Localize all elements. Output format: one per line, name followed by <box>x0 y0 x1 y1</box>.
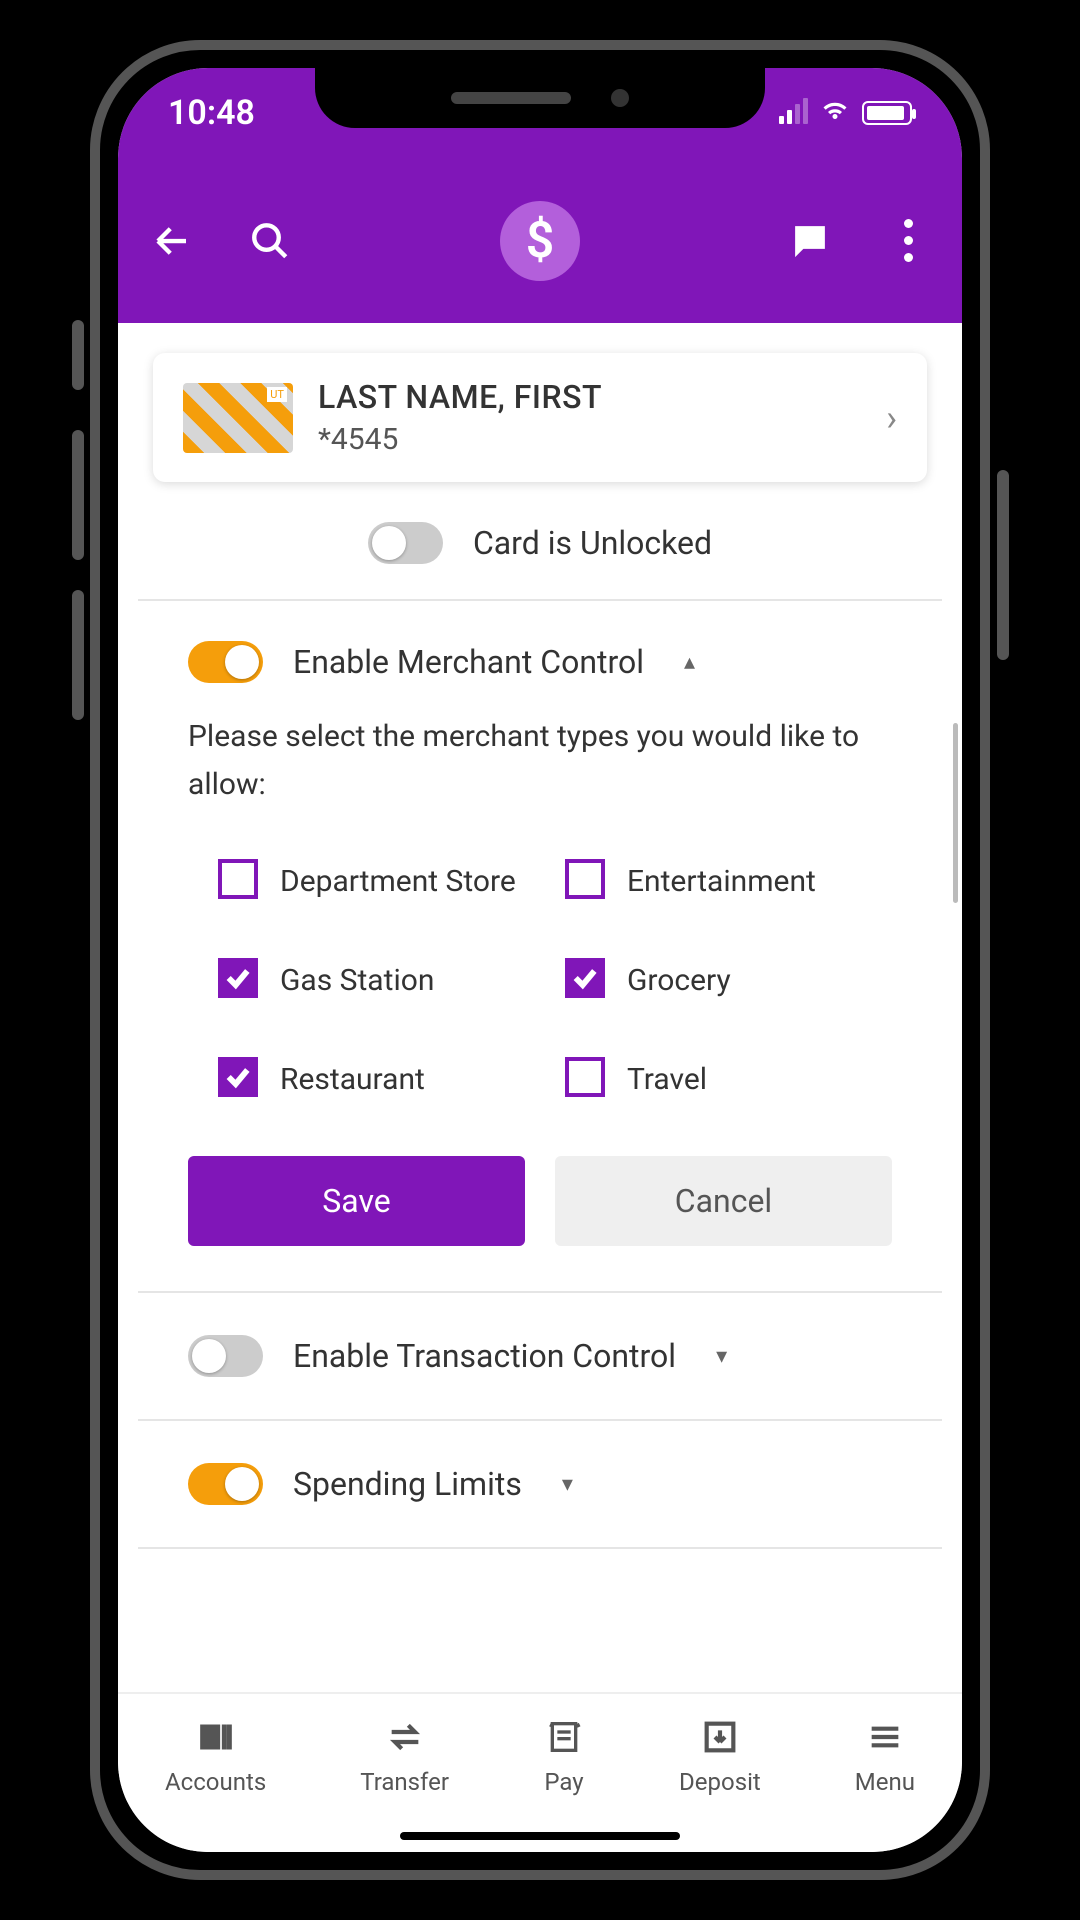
nav-label: Transfer <box>360 1768 449 1796</box>
checkbox-label: Restaurant <box>280 1057 425 1101</box>
merchant-control-header[interactable]: Enable Merchant Control ▴ <box>188 641 892 683</box>
merchant-control-toggle[interactable] <box>188 641 263 683</box>
nav-label: Pay <box>544 1768 583 1796</box>
checkbox-label: Department Store <box>280 859 516 903</box>
power-button <box>997 470 1009 660</box>
card-lock-label: Card is Unlocked <box>473 524 712 562</box>
card-number: *4545 <box>318 422 861 457</box>
nav-transfer[interactable]: Transfer <box>360 1716 449 1796</box>
caret-down-icon: ▾ <box>716 1344 727 1369</box>
checkbox[interactable] <box>218 1057 258 1097</box>
checkbox[interactable] <box>218 859 258 899</box>
scrollbar[interactable] <box>953 723 958 903</box>
merchant-option-restaurant[interactable]: Restaurant <box>218 1057 545 1101</box>
card-name: LAST NAME, FIRST <box>318 378 861 416</box>
pay-shortcut-button[interactable]: $ <box>500 201 580 281</box>
nav-accounts[interactable]: Accounts <box>165 1716 266 1796</box>
nav-pay[interactable]: Pay <box>543 1716 585 1796</box>
phone-frame: 10:48 $ <box>90 40 990 1880</box>
deposit-icon <box>699 1716 741 1758</box>
app-header: $ <box>118 158 962 323</box>
notch <box>315 68 765 128</box>
merchant-option-gas-station[interactable]: Gas Station <box>218 958 545 1002</box>
caret-up-icon: ▴ <box>684 650 695 675</box>
accounts-icon <box>195 1716 237 1758</box>
nav-deposit[interactable]: Deposit <box>679 1716 761 1796</box>
nav-label: Deposit <box>679 1768 761 1796</box>
checkbox[interactable] <box>218 958 258 998</box>
card-lock-toggle[interactable] <box>368 522 443 564</box>
checkbox[interactable] <box>565 1057 605 1097</box>
transaction-control-title: Enable Transaction Control <box>293 1337 676 1375</box>
volume-switch <box>72 320 84 390</box>
wifi-icon <box>820 93 850 133</box>
volume-up-button <box>72 430 84 560</box>
spending-limits-title: Spending Limits <box>293 1465 522 1503</box>
checkbox-label: Gas Station <box>280 958 434 1002</box>
save-button[interactable]: Save <box>188 1156 525 1246</box>
cancel-button[interactable]: Cancel <box>555 1156 892 1246</box>
bottom-nav: Accounts Transfer Pay Deposit <box>118 1692 962 1852</box>
checkbox[interactable] <box>565 859 605 899</box>
volume-down-button <box>72 590 84 720</box>
pay-icon <box>543 1716 585 1758</box>
merchant-option-grocery[interactable]: Grocery <box>565 958 892 1002</box>
checkbox-label: Entertainment <box>627 859 816 903</box>
merchant-control-description: Please select the merchant types you wou… <box>188 713 892 809</box>
merchant-option-entertainment[interactable]: Entertainment <box>565 859 892 903</box>
checkbox[interactable] <box>565 958 605 998</box>
menu-icon <box>864 1716 906 1758</box>
cellular-signal-icon <box>779 102 808 124</box>
merchant-option-department-store[interactable]: Department Store <box>218 859 545 903</box>
checkbox-label: Grocery <box>627 958 731 1002</box>
chevron-right-icon: › <box>886 397 897 439</box>
nav-menu[interactable]: Menu <box>855 1716 915 1796</box>
status-time: 10:48 <box>168 93 255 133</box>
transfer-icon <box>384 1716 426 1758</box>
battery-icon <box>862 101 912 125</box>
nav-label: Menu <box>855 1768 915 1796</box>
chat-button[interactable] <box>786 217 834 265</box>
search-button[interactable] <box>246 217 294 265</box>
merchant-option-travel[interactable]: Travel <box>565 1057 892 1101</box>
spending-limits-row[interactable]: Spending Limits ▾ <box>118 1421 962 1547</box>
card-selector-row[interactable]: LAST NAME, FIRST *4545 › <box>153 353 927 482</box>
card-thumbnail-icon <box>183 383 293 453</box>
merchant-control-title: Enable Merchant Control <box>293 643 644 681</box>
checkbox-label: Travel <box>627 1057 707 1101</box>
nav-label: Accounts <box>165 1768 266 1796</box>
transaction-control-row[interactable]: Enable Transaction Control ▾ <box>118 1293 962 1419</box>
home-indicator[interactable] <box>400 1832 680 1840</box>
transaction-control-toggle[interactable] <box>188 1335 263 1377</box>
spending-limits-toggle[interactable] <box>188 1463 263 1505</box>
more-menu-button[interactable] <box>884 217 932 265</box>
content-scroll[interactable]: LAST NAME, FIRST *4545 › Card is Unlocke… <box>118 323 962 1692</box>
back-button[interactable] <box>148 217 196 265</box>
caret-down-icon: ▾ <box>562 1472 573 1497</box>
